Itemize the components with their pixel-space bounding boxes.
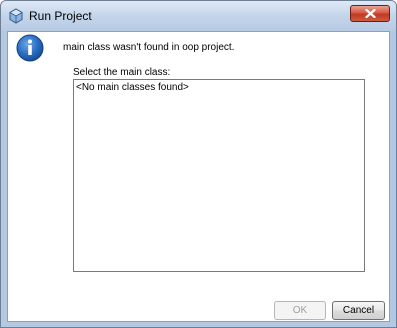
close-icon [364,9,376,18]
netbeans-cube-icon [8,8,24,24]
title-bar[interactable]: Run Project [1,1,396,31]
main-class-list[interactable]: <No main classes found> [73,79,365,272]
select-main-class-label: Select the main class: [73,67,171,78]
info-icon [14,32,46,64]
ok-button[interactable]: OK [274,301,326,320]
close-button[interactable] [350,5,390,22]
window-title: Run Project [29,9,92,23]
dialog-content: main class wasn't found in oop project. … [7,31,390,322]
cancel-button[interactable]: Cancel [332,301,385,320]
run-project-dialog: Run Project main class wasn't found in o… [0,0,397,328]
list-item[interactable]: <No main classes found> [76,82,189,94]
dialog-message: main class wasn't found in oop project. [63,42,235,53]
